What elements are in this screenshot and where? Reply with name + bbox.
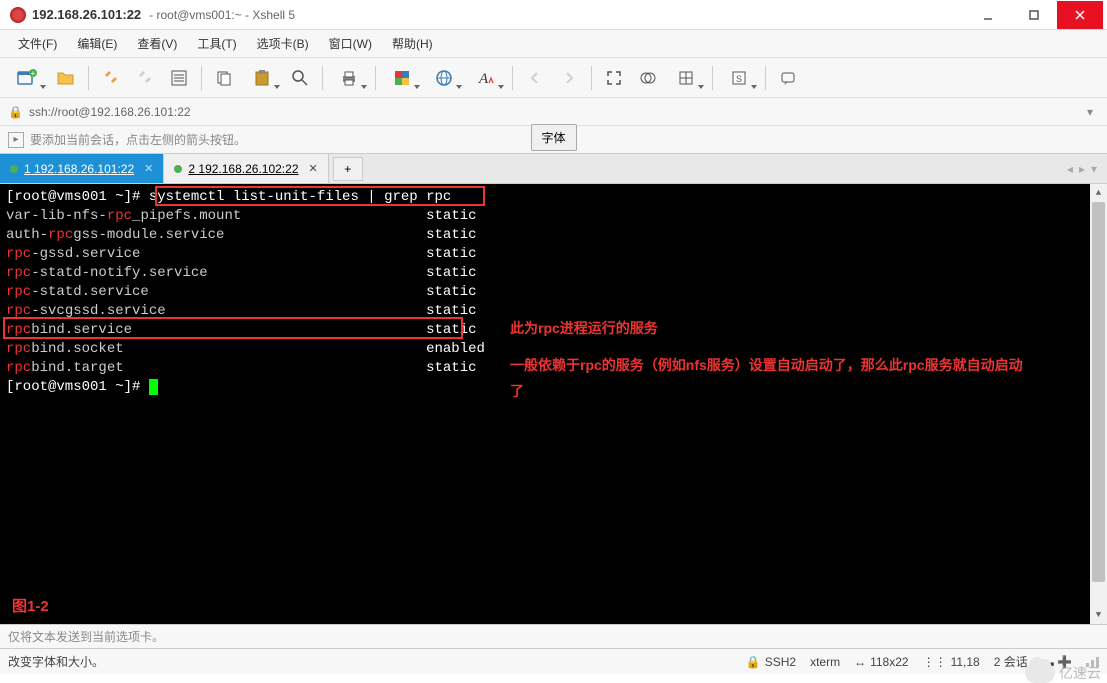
svg-text:+: + (31, 69, 36, 78)
add-session-arrow-button[interactable]: ▸ (8, 132, 24, 148)
menu-window[interactable]: 窗口(W) (321, 31, 380, 56)
svg-text:S: S (736, 74, 742, 84)
tab-menu-icon[interactable]: ▾ (1091, 162, 1097, 176)
watermark: 亿速云 (1025, 663, 1101, 683)
print-button[interactable] (329, 63, 369, 93)
app-icon (10, 7, 26, 23)
cursor-icon (149, 379, 158, 395)
status-term: xterm (810, 655, 840, 669)
tab-strip: 1 192.168.26.101:22 ✕ 2 192.168.26.102:2… (0, 154, 1107, 184)
send-bar: 仅将文本发送到当前选项卡。 (0, 624, 1107, 648)
figure-label: 图1-2 (12, 597, 49, 616)
shell-prompt: [root@vms001 ~]# (6, 379, 149, 395)
close-tab-icon[interactable]: ✕ (309, 162, 318, 175)
terminal-output-line: rpc-statd-notify.service static (6, 264, 1101, 283)
annotation-text-1: 此为rpc进程运行的服务 (510, 319, 658, 338)
terminal-output-line: rpc-gssd.service static (6, 245, 1101, 264)
status-sessions: 2 会话 (994, 653, 1028, 670)
window-title-ip: 192.168.26.101:22 (32, 7, 141, 22)
script-button[interactable]: S (719, 63, 759, 93)
menu-tabs[interactable]: 选项卡(B) (249, 31, 317, 56)
window-controls (965, 1, 1103, 29)
toolbar: + A S (0, 58, 1107, 98)
history-back-button (519, 63, 551, 93)
status-message: 改变字体和大小。 (8, 653, 732, 670)
font-popup-button[interactable]: 字体 (530, 124, 576, 151)
status-bar: 改变字体和大小。 🔒 SSH2 xterm ↔ 118x22 ⋮⋮ 11,18 … (0, 648, 1107, 674)
shell-command: systemctl list-unit-files | grep rpc (149, 189, 451, 205)
close-tab-icon[interactable]: ✕ (144, 162, 153, 175)
reconnect-button[interactable] (95, 63, 127, 93)
color-scheme-button[interactable] (382, 63, 422, 93)
scroll-thumb[interactable] (1092, 202, 1105, 582)
scroll-down-icon[interactable]: ▼ (1090, 606, 1107, 624)
menu-file[interactable]: 文件(F) (10, 31, 65, 56)
layout-button[interactable] (666, 63, 706, 93)
status-ssh: 🔒 SSH2 (746, 655, 796, 669)
close-button[interactable] (1057, 1, 1103, 29)
add-tab-button[interactable]: + (333, 157, 363, 181)
fullscreen-button[interactable] (598, 63, 630, 93)
terminal-output-line: rpc-statd.service static (6, 283, 1101, 302)
terminal-scrollbar[interactable]: ▲ ▼ (1090, 184, 1107, 624)
terminal-output-line: var-lib-nfs-rpc_pipefs.mount static (6, 207, 1101, 226)
annotation-text-2: 一般依赖于rpc的服务（例如nfs服务）设置自动启动了，那么此rpc服务就自动启… (510, 352, 1030, 404)
status-dot-icon (10, 165, 18, 173)
hint-text: 要添加当前会话，点击左侧的箭头按钮。 (30, 131, 246, 148)
tab-scroll-left-icon[interactable]: ◂ (1067, 162, 1073, 176)
address-bar: 🔒 ssh://root@192.168.26.101:22 ▾ 字体 (0, 98, 1107, 126)
transparency-button[interactable] (632, 63, 664, 93)
window-title-sub: - root@vms001:~ - Xshell 5 (149, 8, 295, 22)
lock-icon: 🔒 (8, 105, 23, 119)
help-icon-button[interactable] (772, 63, 804, 93)
url-dropdown[interactable]: ▾ (1081, 105, 1099, 119)
scroll-up-icon[interactable]: ▲ (1090, 184, 1107, 202)
properties-button[interactable] (163, 63, 195, 93)
paste-button[interactable] (242, 63, 282, 93)
session-tab-2[interactable]: 2 192.168.26.102:22 ✕ (164, 154, 328, 183)
menu-tools[interactable]: 工具(T) (189, 31, 244, 56)
status-dot-icon (174, 165, 182, 173)
maximize-button[interactable] (1011, 1, 1057, 29)
history-forward-button (553, 63, 585, 93)
find-button[interactable] (284, 63, 316, 93)
menu-help[interactable]: 帮助(H) (384, 31, 441, 56)
new-session-button[interactable]: + (8, 63, 48, 93)
tab-scroll-right-icon[interactable]: ▸ (1079, 162, 1085, 176)
session-tab-1[interactable]: 1 192.168.26.101:22 ✕ (0, 154, 164, 183)
menu-view[interactable]: 查看(V) (129, 31, 185, 56)
disconnect-button (129, 63, 161, 93)
terminal-output-line: auth-rpcgss-module.service static (6, 226, 1101, 245)
cloud-icon (1025, 663, 1055, 683)
send-bar-text: 仅将文本发送到当前选项卡。 (8, 628, 164, 645)
open-button[interactable] (50, 63, 82, 93)
terminal-view[interactable]: [root@vms001 ~]# systemctl list-unit-fil… (0, 184, 1107, 624)
watermark-text: 亿速云 (1059, 663, 1101, 683)
svg-text:A: A (478, 71, 489, 87)
status-size: ↔ 118x22 (854, 655, 908, 669)
shell-prompt: [root@vms001 ~]# (6, 189, 149, 205)
menu-edit[interactable]: 编辑(E) (69, 31, 125, 56)
copy-button[interactable] (208, 63, 240, 93)
status-cursor: ⋮⋮ 11,18 (923, 655, 980, 669)
minimize-button[interactable] (965, 1, 1011, 29)
session-url[interactable]: ssh://root@192.168.26.101:22 (29, 105, 1081, 119)
encoding-button[interactable] (424, 63, 464, 93)
title-bar: 192.168.26.101:22 - root@vms001:~ - Xshe… (0, 0, 1107, 30)
menu-bar: 文件(F) 编辑(E) 查看(V) 工具(T) 选项卡(B) 窗口(W) 帮助(… (0, 30, 1107, 58)
font-button[interactable]: A (466, 63, 506, 93)
